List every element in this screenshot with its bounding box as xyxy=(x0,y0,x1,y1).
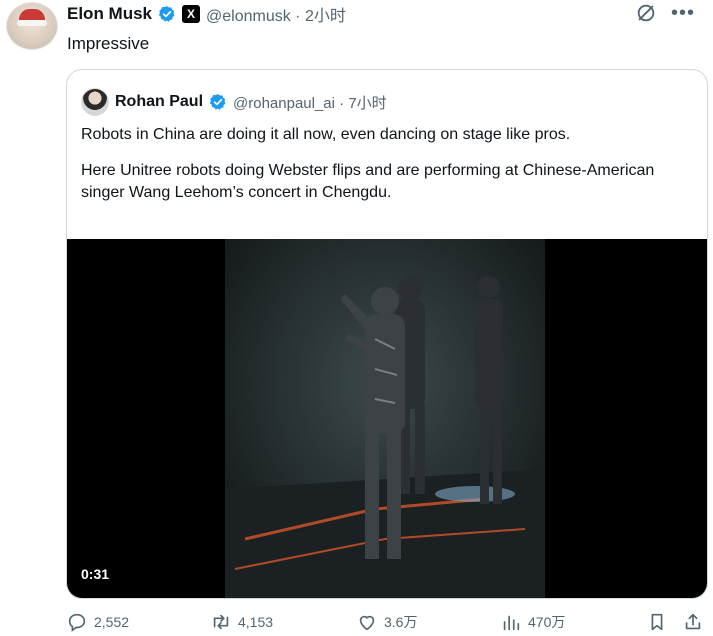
more-icon[interactable]: ••• xyxy=(671,3,695,23)
quoted-tweet-card[interactable]: Rohan Paul @rohanpaul_ai · 7小时 Robots in… xyxy=(66,69,708,599)
reply-count: 2,552 xyxy=(94,614,130,630)
quoted-tweet-text: Robots in China are doing it all now, ev… xyxy=(81,124,691,218)
tweet-text: Impressive xyxy=(67,34,150,53)
repost-count: 4,153 xyxy=(238,614,274,630)
quoted-tweet-header: Rohan Paul @rohanpaul_ai · 7小时 xyxy=(81,88,387,116)
views-icon xyxy=(503,615,520,631)
quoted-author-name[interactable]: Rohan Paul xyxy=(115,93,203,111)
author-name[interactable]: Elon Musk xyxy=(67,4,152,24)
author-avatar[interactable] xyxy=(6,2,58,50)
like-button[interactable]: 3.6万 xyxy=(356,611,417,633)
verified-badge-icon xyxy=(158,6,175,22)
tweet-header-actions: ••• xyxy=(635,2,695,24)
bookmark-button[interactable] xyxy=(646,611,668,633)
tweet-header: Elon Musk X @elonmusk · 2小时 xyxy=(67,2,346,26)
repost-button[interactable]: 4,153 xyxy=(210,611,273,633)
views-button[interactable]: 470万 xyxy=(500,611,565,633)
video-duration: 0:31 xyxy=(81,566,110,582)
like-icon xyxy=(359,615,375,631)
avatar-hat-brim xyxy=(17,20,47,26)
verified-badge-icon xyxy=(209,94,226,110)
view-count: 470万 xyxy=(528,614,566,630)
share-icon xyxy=(685,613,701,630)
tweet-action-bar: 2,552 4,153 3.6万 470万 xyxy=(66,611,706,635)
reply-button[interactable]: 2,552 xyxy=(66,611,129,633)
reply-icon xyxy=(68,613,86,632)
bookmark-icon xyxy=(651,613,663,631)
quoted-paragraph-2: Here Unitree robots doing Webster flips … xyxy=(81,162,655,201)
video-player[interactable]: 0:31 xyxy=(67,239,707,598)
like-count: 3.6万 xyxy=(384,614,418,630)
grok-icon[interactable] xyxy=(635,2,657,24)
handle-and-time[interactable]: @elonmusk · 2小时 xyxy=(206,2,346,26)
quoted-paragraph-1: Robots in China are doing it all now, ev… xyxy=(81,126,571,143)
video-frame xyxy=(225,239,545,598)
repost-icon xyxy=(213,614,229,630)
quoted-handle-and-time[interactable]: @rohanpaul_ai · 7小时 xyxy=(233,92,387,113)
x-logo-icon: X xyxy=(182,5,201,23)
quoted-author-avatar[interactable] xyxy=(81,88,109,116)
share-button[interactable] xyxy=(682,611,704,633)
